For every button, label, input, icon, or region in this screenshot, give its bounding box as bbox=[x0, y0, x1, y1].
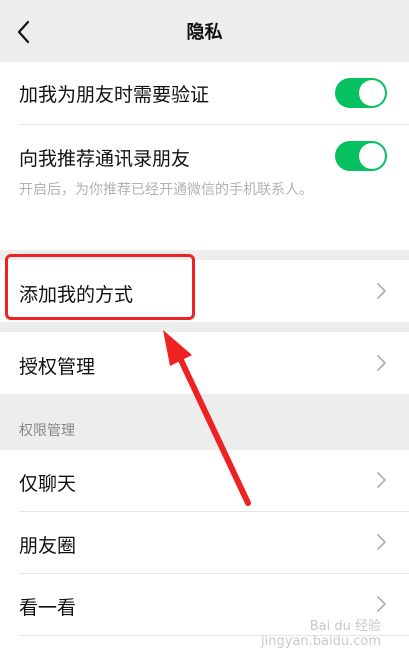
recommend-label: 向我推荐通讯录朋友 bbox=[19, 148, 191, 170]
auth-manage-row[interactable]: 授权管理 bbox=[0, 332, 409, 394]
toggle-knob bbox=[359, 80, 385, 106]
page-title: 隐私 bbox=[186, 22, 223, 43]
chevron-right-icon bbox=[377, 283, 386, 299]
chat-only-label: 仅聊天 bbox=[19, 473, 77, 495]
toggle-knob bbox=[359, 143, 385, 169]
top-stories-label: 看一看 bbox=[19, 597, 77, 619]
moments-label: 朋友圈 bbox=[19, 535, 77, 557]
baidu-watermark: Bai du 经验 jingyan.baidu.com bbox=[261, 619, 381, 649]
list-item[interactable]: 朋友圈 bbox=[0, 512, 409, 573]
highlight-box bbox=[5, 254, 195, 320]
divider bbox=[19, 124, 409, 125]
chevron-right-icon bbox=[377, 472, 386, 488]
verify-toggle[interactable] bbox=[335, 78, 387, 108]
nav-bar: 隐私 bbox=[0, 0, 409, 62]
watermark-line1: Bai du 经验 bbox=[309, 619, 381, 634]
list-item[interactable]: 仅聊天 bbox=[0, 450, 409, 511]
verify-label: 加我为朋友时需要验证 bbox=[19, 84, 210, 106]
toggle-group: 加我为朋友时需要验证 向我推荐通讯录朋友 开启后，为你推荐已经开通微信的手机联系… bbox=[0, 62, 409, 250]
recommend-description: 开启后，为你推荐已经开通微信的手机联系人。 bbox=[19, 182, 313, 198]
chevron-right-icon bbox=[377, 534, 386, 550]
chevron-right-icon bbox=[377, 355, 386, 371]
auth-manage-label: 授权管理 bbox=[19, 356, 96, 378]
recommend-toggle[interactable] bbox=[335, 141, 387, 171]
permissions-header: 权限管理 bbox=[19, 423, 75, 439]
watermark-line2: jingyan.baidu.com bbox=[261, 634, 381, 649]
chevron-right-icon bbox=[377, 596, 386, 612]
